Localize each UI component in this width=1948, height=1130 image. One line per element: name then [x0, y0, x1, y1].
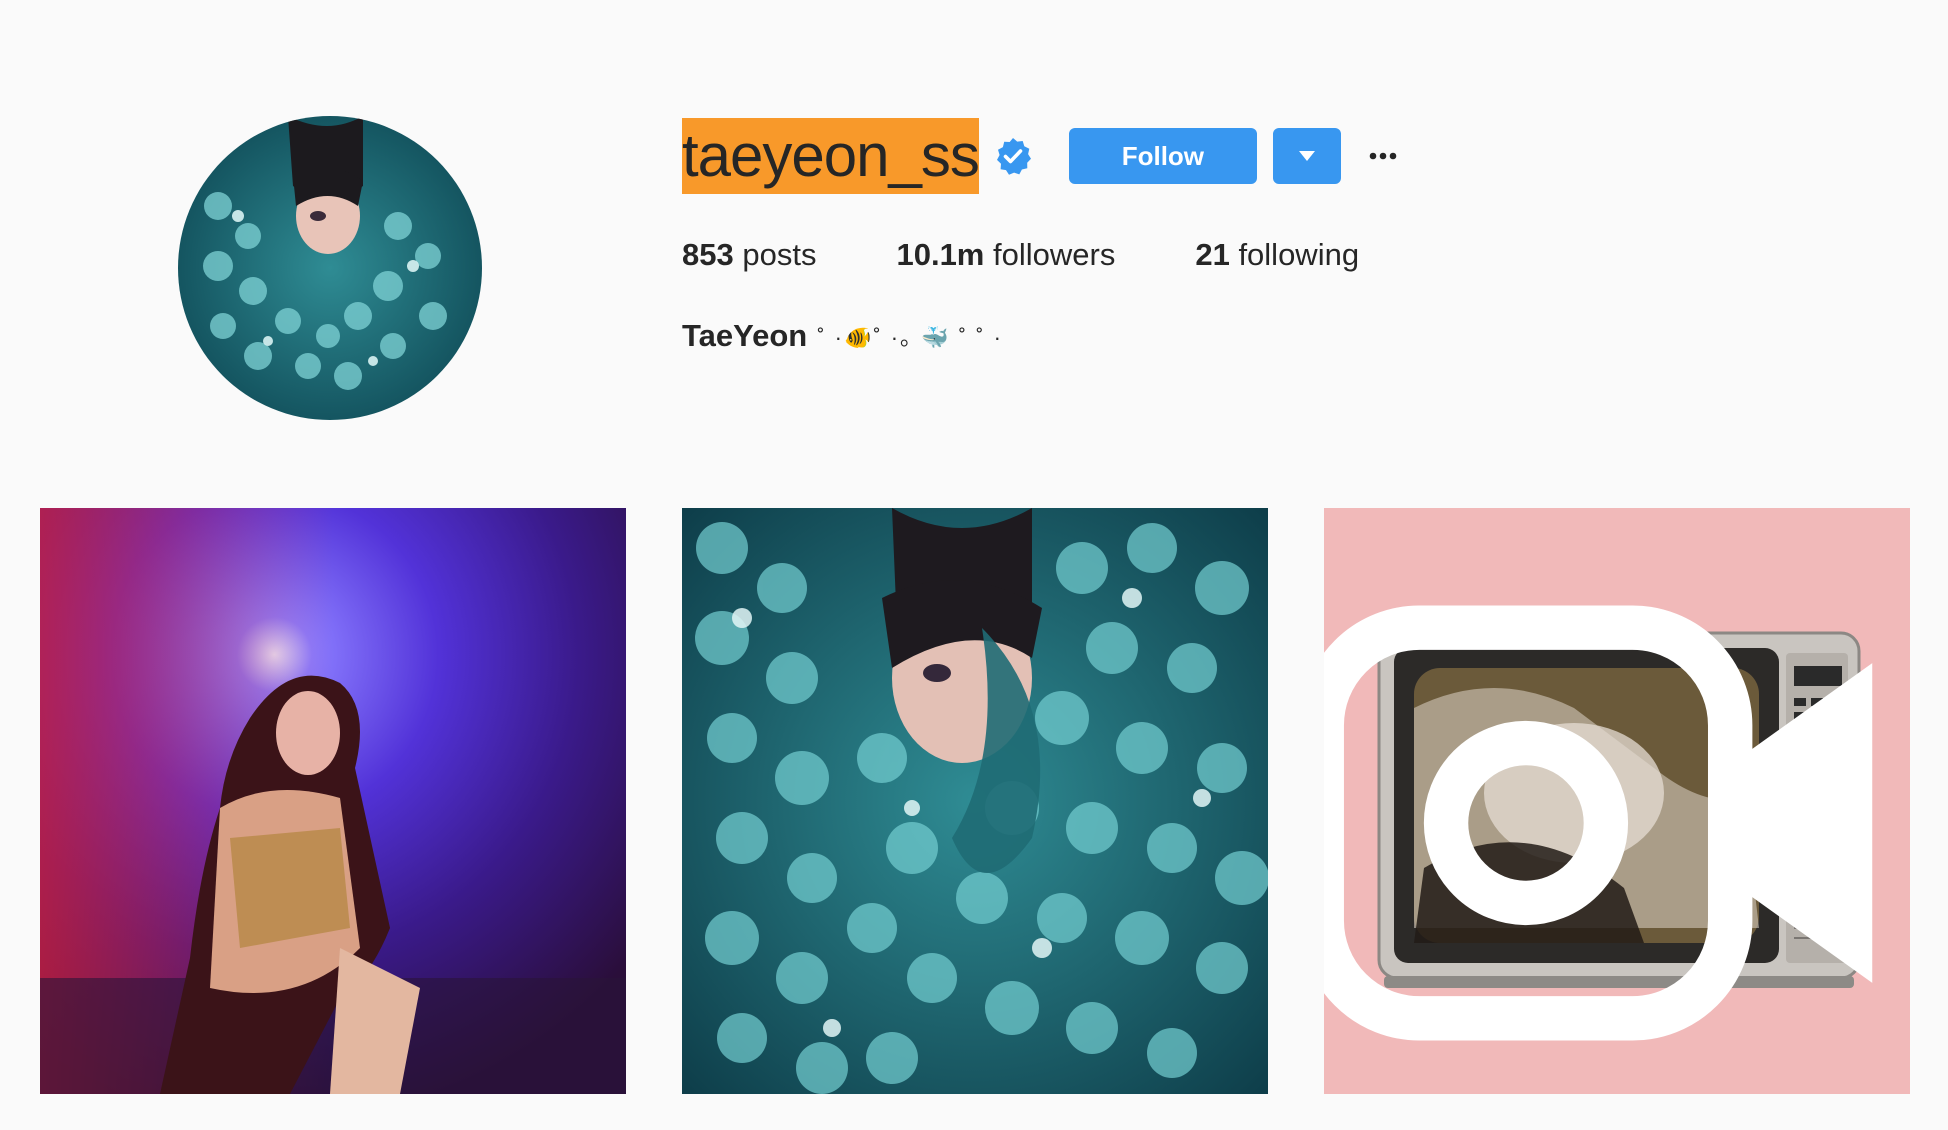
username-row: taeyeon_ss Follow	[682, 118, 1403, 194]
post-thumbnail-video[interactable]	[1324, 508, 1910, 1094]
video-camera-icon	[1324, 605, 1873, 1041]
following-count: 21	[1195, 237, 1230, 272]
bio-full-name: TaeYeon	[682, 318, 808, 353]
following-stat[interactable]: 21 following	[1195, 237, 1359, 273]
posts-label: posts	[742, 237, 817, 272]
post-image	[40, 508, 626, 1094]
followers-label: followers	[993, 237, 1116, 272]
followers-stat[interactable]: 10.1m followers	[896, 237, 1115, 273]
more-options-icon	[1369, 152, 1397, 160]
post-thumbnail[interactable]	[40, 508, 626, 1094]
post-image	[682, 508, 1268, 1094]
following-label: following	[1238, 237, 1360, 272]
caret-down-icon	[1298, 151, 1315, 161]
profile-page: taeyeon_ss Follow 853 posts 10.1m follow…	[0, 0, 1948, 1130]
profile-stats: 853 posts 10.1m followers 21 following	[682, 234, 1439, 276]
avatar-image	[178, 116, 482, 420]
verified-badge-icon	[996, 138, 1031, 175]
posts-count: 853	[682, 237, 734, 272]
post-thumbnail[interactable]	[682, 508, 1268, 1094]
bio-decoration: ˚ ·🐠˚ ·｡ 🐳 ˚ ˚ ·	[817, 325, 1003, 350]
follow-button[interactable]: Follow	[1068, 128, 1257, 184]
suggested-dropdown-button[interactable]	[1272, 128, 1341, 184]
more-options-button[interactable]	[1363, 128, 1403, 184]
followers-count: 10.1m	[896, 237, 985, 272]
profile-bio: TaeYeon ˚ ·🐠˚ ·｡ 🐳 ˚ ˚ ·	[682, 314, 1003, 358]
profile-avatar[interactable]	[178, 116, 482, 420]
posts-stat: 853 posts	[682, 237, 816, 273]
username: taeyeon_ss	[682, 118, 980, 194]
